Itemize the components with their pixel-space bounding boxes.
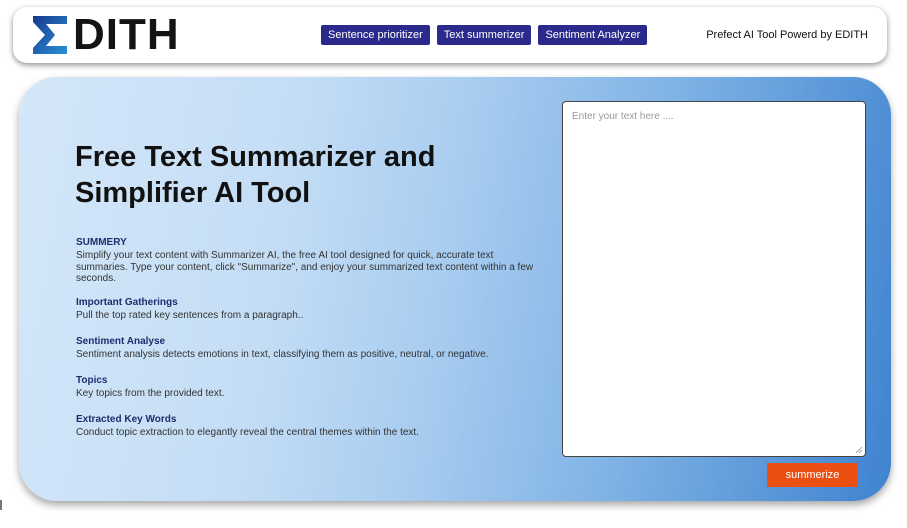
section-summery: SUMMERY Simplify your text content with … bbox=[76, 237, 546, 285]
nav-text-summerizer-button[interactable]: Text summerizer bbox=[436, 25, 532, 45]
section-text: Conduct topic extraction to elegantly re… bbox=[76, 427, 419, 438]
site-header: DITH Sentence prioritizer Text summerize… bbox=[13, 7, 887, 63]
window-edge bbox=[0, 500, 2, 510]
section-heading: Topics bbox=[76, 375, 108, 386]
section-text: Pull the top rated key sentences from a … bbox=[76, 310, 304, 321]
section-text: Simplify your text content with Summariz… bbox=[76, 250, 534, 284]
resize-handle-icon[interactable] bbox=[855, 446, 863, 454]
main-nav: Sentence prioritizer Text summerizer Sen… bbox=[321, 25, 648, 45]
text-input-placeholder: Enter your text here .... bbox=[572, 111, 674, 122]
section-sentiment-analyse: Sentiment Analyse Sentiment analysis det… bbox=[76, 336, 546, 361]
section-text: Sentiment analysis detects emotions in t… bbox=[76, 349, 489, 360]
sigma-icon bbox=[33, 16, 67, 54]
text-input[interactable]: Enter your text here .... bbox=[562, 101, 866, 457]
summerize-button[interactable]: summerize bbox=[767, 463, 858, 487]
nav-sentiment-analyzer-button[interactable]: Sentiment Analyzer bbox=[538, 25, 648, 45]
section-important-gatherings: Important Gatherings Pull the top rated … bbox=[76, 297, 546, 322]
section-topics: Topics Key topics from the provided text… bbox=[76, 375, 546, 400]
tagline: Prefect AI Tool Powerd by EDITH bbox=[706, 29, 868, 41]
nav-sentence-prioritizer-button[interactable]: Sentence prioritizer bbox=[321, 25, 430, 45]
logo[interactable]: DITH bbox=[33, 12, 180, 58]
section-heading: Important Gatherings bbox=[76, 297, 178, 308]
page-title: Free Text Summarizer and Simplifier AI T… bbox=[75, 141, 436, 209]
section-heading: Sentiment Analyse bbox=[76, 336, 166, 347]
section-heading: SUMMERY bbox=[76, 237, 127, 248]
section-text: Key topics from the provided text. bbox=[76, 388, 225, 399]
section-extracted-key-words: Extracted Key Words Conduct topic extrac… bbox=[76, 414, 546, 439]
hero-panel: Free Text Summarizer and Simplifier AI T… bbox=[19, 77, 891, 501]
logo-text: DITH bbox=[73, 10, 180, 59]
section-heading: Extracted Key Words bbox=[76, 414, 177, 425]
